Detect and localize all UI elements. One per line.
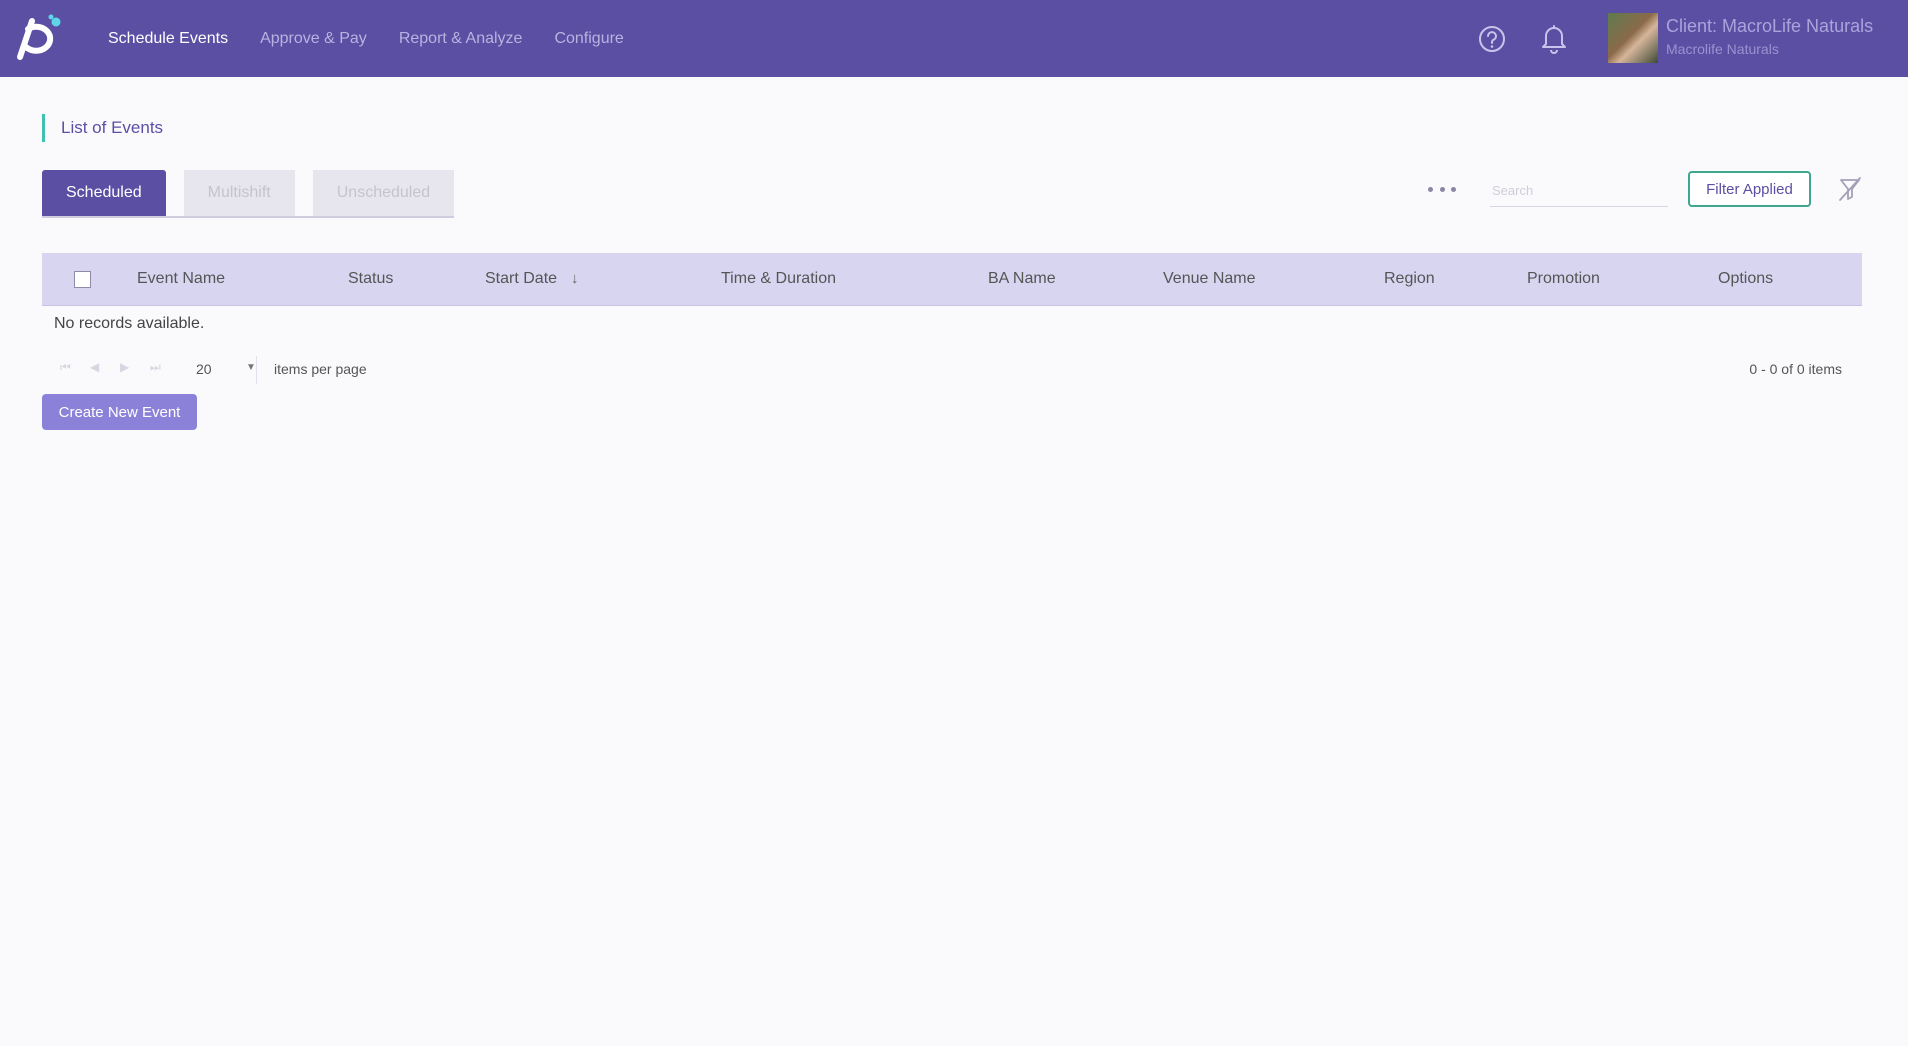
page-size-value: 20 [196, 361, 212, 377]
pagination: ⏮ ◀ ▶ ⏭ 20 ▼ items per page 0 - 0 of 0 i… [42, 356, 1842, 384]
items-per-page-label: items per page [274, 361, 367, 377]
tab-unscheduled[interactable]: Unscheduled [312, 170, 455, 216]
column-options: Options [1718, 270, 1774, 287]
column-status[interactable]: Status [348, 253, 393, 305]
pagination-range: 0 - 0 of 0 items [1749, 361, 1842, 377]
last-page-icon[interactable]: ⏭ [150, 360, 161, 375]
nav-approve-pay[interactable]: Approve & Pay [260, 30, 367, 48]
column-event-name[interactable]: Event Name [137, 253, 225, 305]
events-table: Event Name Status Start Date ↓ Time & Dur… [42, 253, 1862, 332]
tab-multishift[interactable]: Multishift [183, 170, 295, 216]
tab-scheduled[interactable]: Scheduled [42, 170, 166, 216]
nav-schedule-events[interactable]: Schedule Events [108, 30, 228, 48]
client-subtitle: Macrolife Naturals [1666, 41, 1779, 57]
help-icon[interactable] [1477, 24, 1507, 54]
notification-bell-icon[interactable] [1540, 22, 1568, 54]
nav-configure[interactable]: Configure [554, 30, 623, 48]
top-navigation-bar: Schedule Events Approve & Pay Report & A… [0, 0, 1908, 77]
column-start-date-label: Start Date [485, 270, 558, 287]
chevron-down-icon: ▼ [246, 362, 256, 373]
empty-state-text: No records available. [54, 315, 205, 332]
more-dot [1428, 186, 1433, 192]
search-input[interactable] [1490, 174, 1668, 207]
column-region[interactable]: Region [1384, 253, 1435, 305]
create-new-event-button[interactable]: Create New Event [42, 394, 197, 430]
filter-applied-button[interactable]: Filter Applied [1688, 171, 1811, 207]
user-avatar[interactable] [1608, 13, 1658, 63]
page-title-block: List of Events [42, 114, 163, 142]
more-options-icon[interactable] [1428, 178, 1456, 200]
column-time-duration[interactable]: Time & Duration [721, 253, 836, 305]
column-promotion[interactable]: Promotion [1527, 253, 1600, 305]
column-venue-name[interactable]: Venue Name [1163, 253, 1256, 305]
column-ba-name[interactable]: BA Name [988, 253, 1056, 305]
main-nav: Schedule Events Approve & Pay Report & A… [108, 0, 656, 77]
nav-report-analyze[interactable]: Report & Analyze [399, 30, 523, 48]
client-title: Client: MacroLife Naturals [1666, 16, 1874, 36]
more-dot [1451, 186, 1456, 192]
clear-filter-icon[interactable] [1838, 176, 1862, 202]
app-logo-icon[interactable] [6, 13, 64, 61]
select-all-checkbox[interactable] [74, 271, 91, 288]
sort-descending-icon: ↓ [571, 270, 579, 287]
client-info[interactable]: Client: MacroLife Naturals Macrolife Nat… [1666, 16, 1873, 57]
prev-page-icon[interactable]: ◀ [90, 360, 99, 374]
more-dot [1439, 186, 1445, 192]
event-tabs: Scheduled Multishift Unscheduled [42, 170, 455, 218]
first-page-icon[interactable]: ⏮ [60, 360, 71, 375]
table-header-row: Event Name Status Start Date ↓ Time & Dur… [42, 253, 1862, 306]
page-size-select[interactable]: 20 ▼ [196, 356, 257, 384]
column-start-date[interactable]: Start Date ↓ [485, 253, 579, 305]
next-page-icon[interactable]: ▶ [120, 360, 129, 374]
page-title: List of Events [61, 118, 164, 137]
